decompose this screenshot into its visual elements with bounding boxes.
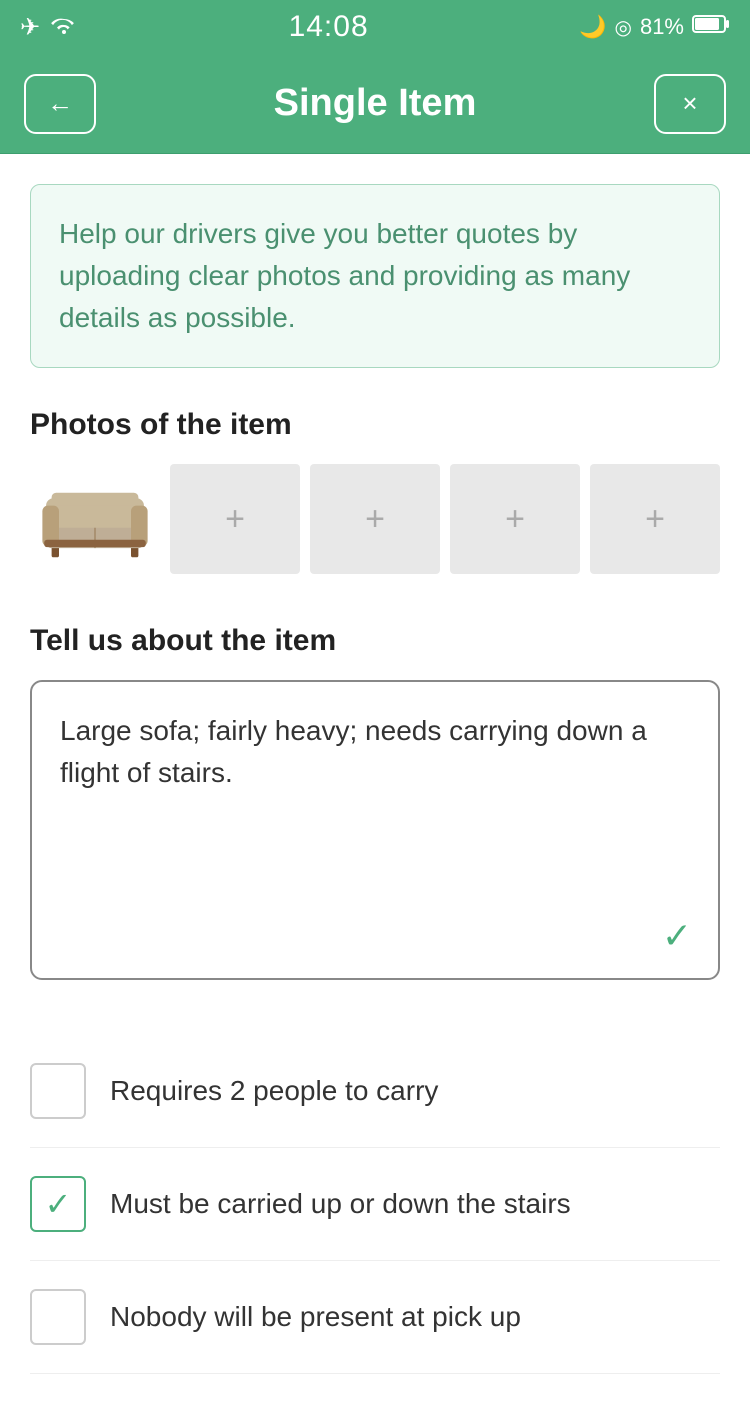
status-left: ✈ [20,13,78,42]
wifi-icon [50,13,78,42]
checkbox-section: Requires 2 people to carry ✓ Must be car… [30,1025,720,1374]
textarea-wrapper: ✓ [30,680,720,985]
sofa-image [35,479,155,559]
close-button[interactable]: × [654,74,726,134]
content-area: Help our drivers give you better quotes … [0,154,750,1404]
status-right: 🌙 ◎ 81% [579,14,730,40]
checkbox-row-1: Requires 2 people to carry [30,1035,720,1148]
location-icon: ◎ [615,15,632,40]
info-box: Help our drivers give you better quotes … [30,184,720,368]
status-bar: ✈ 14:08 🌙 ◎ 81% [0,0,750,54]
time-display: 14:08 [289,10,369,44]
back-icon: ← [47,88,73,119]
back-button[interactable]: ← [24,74,96,134]
checkbox-stairs[interactable]: ✓ [30,1176,86,1232]
photo-row: + + + + [30,464,720,574]
checkbox-nobody[interactable] [30,1289,86,1345]
close-icon: × [682,88,697,119]
photo-main[interactable] [30,464,160,574]
photos-section-title: Photos of the item [30,408,720,442]
checkbox-nobody-label: Nobody will be present at pick up [110,1301,521,1333]
add-icon-4: + [645,500,665,539]
checkbox-2-people-label: Requires 2 people to carry [110,1075,438,1107]
moon-icon: 🌙 [579,14,606,40]
tell-section-title: Tell us about the item [30,624,720,658]
header: ← Single Item × [0,54,750,154]
add-photo-3[interactable]: + [450,464,580,574]
stairs-check-icon: ✓ [45,1185,72,1223]
checkmark-icon: ✓ [662,915,692,957]
battery-percent: 81% [640,14,684,40]
item-description-input[interactable] [30,680,720,980]
tell-section: Tell us about the item ✓ [30,624,720,985]
info-box-text: Help our drivers give you better quotes … [59,213,691,339]
checkbox-2-people[interactable] [30,1063,86,1119]
add-icon-2: + [365,500,385,539]
battery-icon [692,14,730,40]
checkbox-row-3: Nobody will be present at pick up [30,1261,720,1374]
page-title: Single Item [274,82,477,125]
checkbox-row-2: ✓ Must be carried up or down the stairs [30,1148,720,1261]
add-photo-4[interactable]: + [590,464,720,574]
add-photo-2[interactable]: + [310,464,440,574]
photos-section: Photos of the item [30,408,720,574]
checkbox-stairs-label: Must be carried up or down the stairs [110,1188,571,1220]
add-photo-1[interactable]: + [170,464,300,574]
add-icon-1: + [225,500,245,539]
airplane-icon: ✈ [20,13,40,42]
add-icon-3: + [505,500,525,539]
